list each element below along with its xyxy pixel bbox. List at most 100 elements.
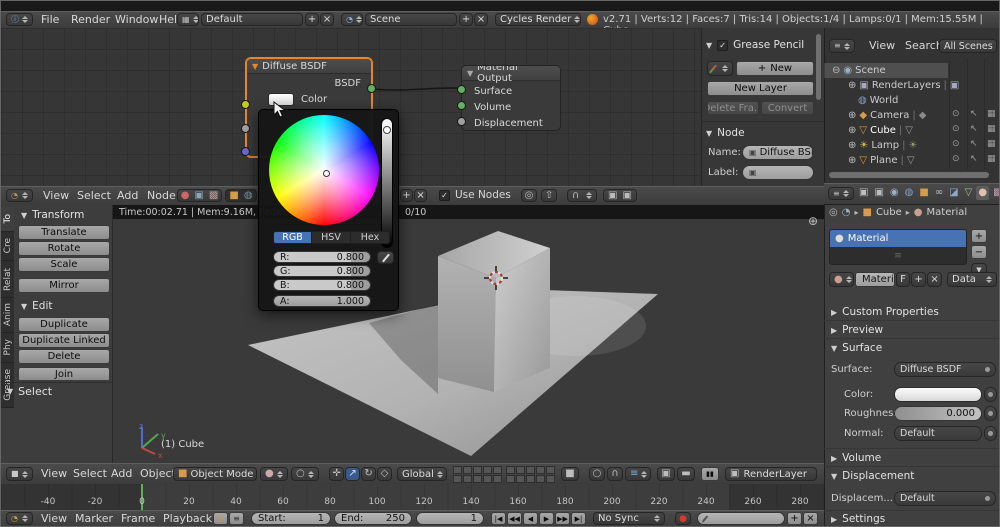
grease-pencil-panel-header[interactable]: ▼ ✓ Grease Pencil [706,39,804,51]
snap-dropdown[interactable]: ∩ [567,189,597,202]
panel-edit[interactable]: ▼ Edit [21,300,53,312]
socket-volume-input[interactable] [457,101,466,110]
mode-dropdown[interactable]: ■ Object Mode [173,467,257,481]
tree-type-buttons[interactable]: ● ▣ ▩ [177,189,222,202]
lock-to-scene-button[interactable]: ■ [561,467,579,481]
prev-keyframe-button[interactable]: ◀◀ [507,512,522,525]
jump-to-end-button[interactable]: ▶| [571,512,586,525]
panel-transform[interactable]: ▼ Transform [21,209,84,221]
proportional-edit-button[interactable]: ○ [589,467,605,481]
end-frame-field[interactable]: End: 250 [334,512,412,525]
region-expand-icon[interactable]: ⊕ [808,215,818,227]
displacement-dropdown[interactable]: Default [894,491,996,506]
eye-icon[interactable]: ⊙ [952,109,960,119]
expand-icon[interactable]: ⊖ [832,65,840,76]
breadcrumb-material[interactable]: Material [927,207,968,218]
normal-link-button[interactable] [984,426,997,441]
shading-dropdown[interactable]: ● [260,467,288,481]
render-engine-dropdown[interactable]: Cycles Render [495,13,581,26]
next-keyframe-button[interactable]: ▶▶ [555,512,570,525]
delete-button[interactable]: Delete [18,349,110,364]
scene-delete-button[interactable]: × [474,13,488,26]
menu-frame[interactable]: Frame [115,510,161,526]
node-name-field[interactable]: ▣Diffuse BSDF [742,145,814,160]
editor-type-outliner-dropdown[interactable]: ≡ [829,39,855,53]
use-nodes-checkbox[interactable]: ✓ [439,190,450,201]
expand-icon[interactable]: ⊕ [848,155,856,166]
eye-icon[interactable]: ⊙ [952,124,960,134]
renderable-icon[interactable]: ▦ [987,139,996,149]
channel-g-slider[interactable]: G: 0.800 [273,265,371,277]
renderable-icon[interactable]: ▦ [987,109,996,119]
sync-dropdown[interactable]: No Sync [593,512,665,525]
outliner-row-scene[interactable]: ⊖ ◉ Scene [824,63,999,78]
editor-type-3dview-dropdown[interactable]: ■ [6,467,33,481]
node-collapse-icon[interactable]: ▼ [252,62,258,71]
tab-constraints-icon[interactable]: ∞ [933,186,945,200]
screen-layout-add-button[interactable]: + [305,13,319,26]
socket-normal-input[interactable] [241,147,250,156]
surface-shader-dropdown[interactable]: Diffuse BSDF [894,362,996,377]
material-add-button[interactable]: + [400,189,413,202]
expand-icon[interactable]: ⊕ [848,140,856,151]
manipulator-rotate-button[interactable]: ↻ [361,467,376,481]
expand-icon[interactable]: ⊕ [848,80,856,91]
new-layer-button[interactable]: New Layer [707,81,814,96]
channel-a-slider[interactable]: A: 1.000 [273,295,371,307]
current-frame-field[interactable]: 1 [416,512,484,525]
slot-list-resize-grip[interactable]: ≡ [830,247,966,264]
menu-view[interactable]: View [35,510,73,526]
panel-displacement[interactable]: ▼ Displacement [831,470,914,482]
shelf-tab-physics[interactable]: Phy [1,333,14,363]
value-slider-cursor[interactable] [383,126,391,134]
shelf-tab-create[interactable]: Cre [1,232,14,261]
eyedropper-button[interactable] [377,251,394,264]
convert-button[interactable]: Convert [761,101,814,115]
orientation-dropdown[interactable]: Global [397,467,447,481]
panel-surface[interactable]: ▼ Surface [831,342,882,354]
lock-range-button[interactable]: ≡ [229,512,244,525]
node-material-output[interactable]: ▼ Material Output Surface Volume Displace… [461,65,561,131]
menu-add[interactable]: Add [111,187,144,204]
channel-b-slider[interactable]: B: 0.800 [273,279,371,291]
mirror-button[interactable]: Mirror [18,278,110,293]
panel-settings[interactable]: ▶ Settings [831,513,885,525]
material-slot-active[interactable]: ● Material [830,230,966,247]
menu-view[interactable]: View [37,187,75,204]
translate-button[interactable]: Translate [18,225,110,240]
node-diffuse-header[interactable]: ▼ Diffuse BSDF [247,59,371,74]
timeline-canvas[interactable]: -40 -20 0 20 40 60 80 100 120 140 160 18… [1,484,824,510]
editor-type-properties-dropdown[interactable]: ≡ [828,187,854,200]
scene-name-field[interactable]: Scene [365,13,457,26]
duplicate-button[interactable]: Duplicate [18,317,110,332]
outliner-menu-view[interactable]: View [863,37,901,54]
delete-frame-button[interactable]: Delete Fra... [707,101,759,115]
panel-select[interactable]: ▼ Select [7,385,52,398]
tab-render-icon[interactable]: ▣ [857,186,870,200]
grease-pencil-color-dropdown[interactable] [707,61,733,76]
start-frame-field[interactable]: Start: 1 [251,512,331,525]
material-unlink-button[interactable]: × [414,189,427,202]
material-name-field[interactable]: Materia [855,272,895,287]
outliner-row-world[interactable]: ◍ World [824,93,999,108]
panel-custom-properties[interactable]: ▶ Custom Properties [831,306,939,318]
layers-grid-1[interactable] [453,466,502,483]
tab-scene-icon[interactable]: ◉ [888,186,901,200]
join-button[interactable]: Join [18,367,110,381]
screen-layout-icon-dropdown[interactable]: ▦ [177,13,199,26]
selectable-icon[interactable]: ↖ [970,124,978,134]
eye-icon[interactable]: ⊙ [952,139,960,149]
layers-grid-2[interactable] [506,466,555,483]
editor-type-node-dropdown[interactable]: ◔ [6,189,33,202]
outliner-hscrollbar[interactable] [829,172,989,178]
copy-paste-buttons[interactable]: ▣ ▣ [603,189,637,202]
shelf-tab-animation[interactable]: Anim [1,298,14,333]
tab-hex[interactable]: Hex [351,231,390,244]
tab-material-icon[interactable]: ● [976,186,990,200]
keyframe-insert-button[interactable]: + [787,512,802,525]
tab-object-icon[interactable]: ■ [917,186,930,200]
keying-set-field[interactable] [697,512,785,525]
selectable-icon[interactable]: ↖ [970,154,978,164]
outliner-row-renderlayers[interactable]: ⊕ ▣ RenderLayers | ▣ [824,78,999,93]
socket-bsdf-output[interactable] [367,84,376,93]
